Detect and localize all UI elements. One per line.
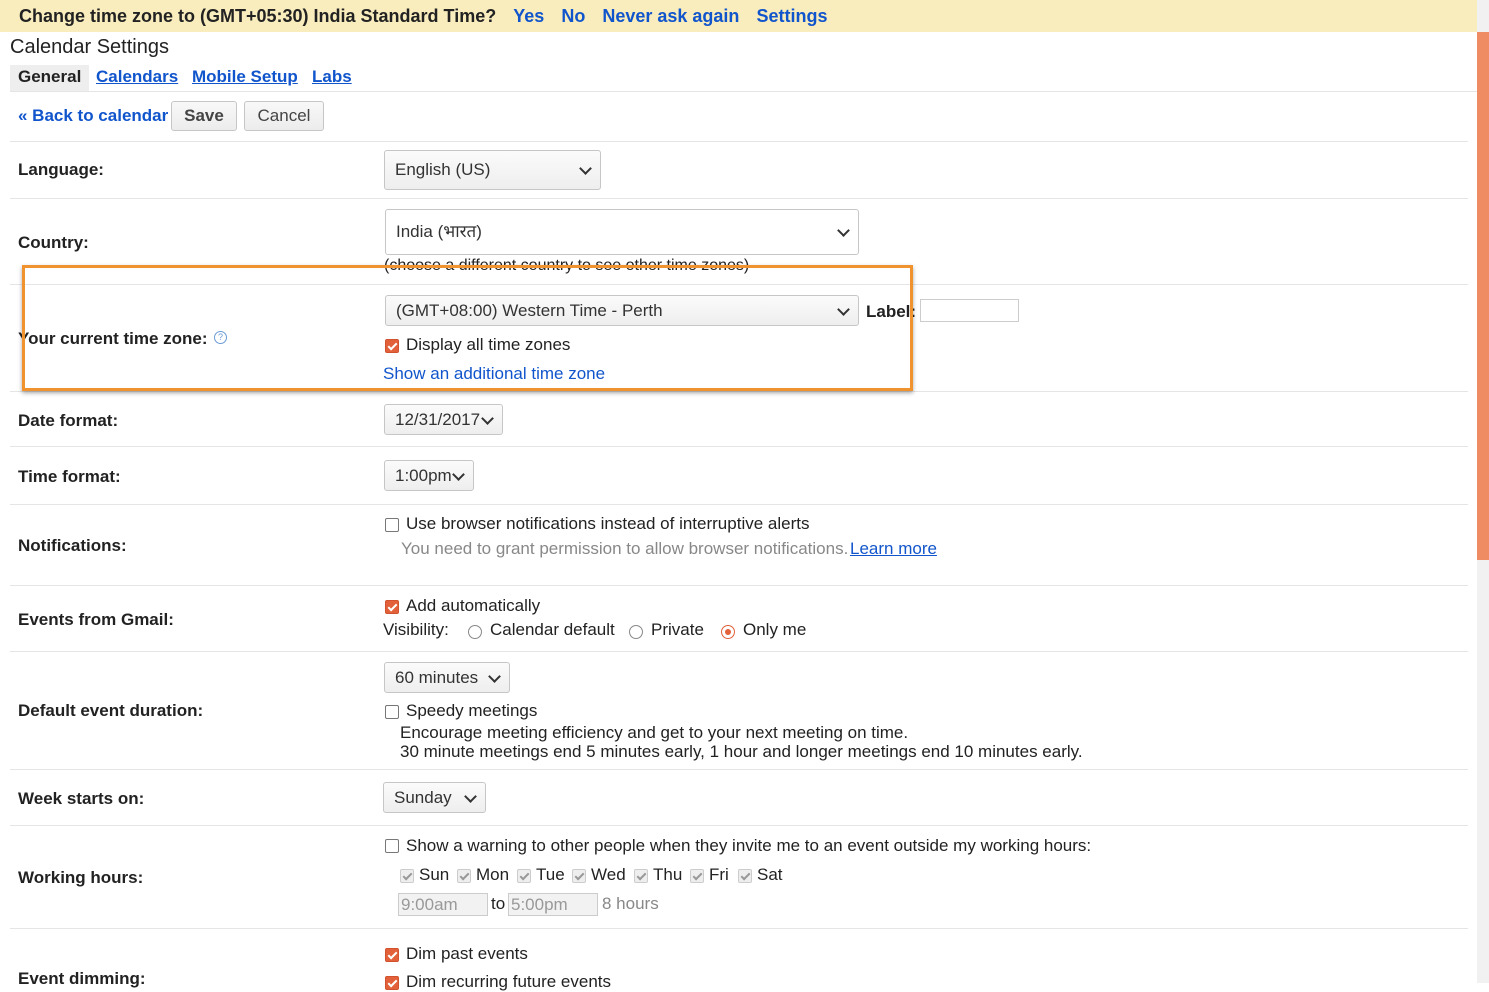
day-wed-label: Wed: [591, 865, 626, 884]
dim-recurring-events-label: Dim recurring future events: [406, 972, 612, 991]
learn-more-link[interactable]: Learn more: [850, 539, 937, 559]
gmail-events-label: Events from Gmail:: [18, 610, 174, 629]
event-duration-value: 60 minutes: [395, 668, 479, 687]
event-dimming-row: Event dimming: Dim past events Dim recur…: [10, 928, 1468, 991]
speedy-meetings-checkbox[interactable]: [385, 705, 399, 719]
time-format-label: Time format:: [18, 467, 121, 486]
visibility-private-radio[interactable]: [629, 625, 643, 639]
week-start-label: Week starts on:: [18, 789, 145, 808]
time-format-select[interactable]: 1:00pm: [384, 460, 474, 491]
visibility-calendar-default-radio[interactable]: [468, 625, 482, 639]
country-select[interactable]: India (भारत): [385, 209, 859, 255]
settings-tabs: General Calendars Mobile Setup Labs: [10, 63, 1477, 92]
day-sat-label: Sat: [757, 865, 783, 884]
browser-notifications-checkbox[interactable]: [385, 518, 399, 532]
speedy-meetings-desc-1: Encourage meeting efficiency and get to …: [400, 723, 909, 742]
event-duration-row: Default event duration: 60 minutes Speed…: [10, 651, 1468, 770]
country-label: Country:: [18, 233, 89, 252]
add-automatically-label: Add automatically: [406, 596, 541, 615]
visibility-private-label: Private: [651, 620, 704, 639]
save-button[interactable]: Save: [171, 101, 237, 131]
date-format-label: Date format:: [18, 411, 119, 430]
visibility-calendar-default-label: Calendar default: [490, 620, 615, 639]
date-format-row: Date format: 12/31/2017: [10, 391, 1468, 447]
week-start-row: Week starts on: Sunday: [10, 769, 1468, 826]
chevron-down-icon: [579, 162, 592, 175]
day-mon-checkbox[interactable]: [457, 869, 471, 883]
chevron-down-icon: [464, 789, 477, 803]
time-format-value: 1:00pm: [395, 466, 452, 485]
day-tue-label: Tue: [536, 865, 565, 884]
tab-mobile-setup[interactable]: Mobile Setup: [192, 67, 298, 87]
language-label: Language:: [18, 160, 104, 179]
day-thu-label: Thu: [653, 865, 683, 884]
dim-past-events-checkbox[interactable]: [385, 948, 399, 962]
browser-notifications-label: Use browser notifications instead of int…: [406, 514, 810, 533]
notifications-label: Notifications:: [18, 536, 127, 555]
scrollbar-thumb[interactable]: [1477, 32, 1489, 560]
banner-settings-link[interactable]: Settings: [756, 6, 827, 26]
tab-general[interactable]: General: [10, 65, 90, 91]
working-hours-warning-label: Show a warning to other people when they…: [406, 836, 1092, 855]
day-sun-label: Sun: [419, 865, 450, 884]
banner-no-link[interactable]: No: [561, 6, 585, 26]
working-hours-to-label: to: [491, 894, 506, 913]
language-row: Language: English (US): [10, 141, 1468, 199]
visibility-only-me-label: Only me: [743, 620, 807, 639]
timezone-label-input[interactable]: [920, 299, 1019, 322]
chevron-down-icon: [481, 411, 494, 425]
day-fri-label: Fri: [709, 865, 729, 884]
week-start-select[interactable]: Sunday: [383, 782, 486, 813]
event-duration-label: Default event duration:: [18, 701, 204, 720]
language-value: English (US): [395, 160, 491, 179]
working-hours-total: 8 hours: [602, 894, 659, 913]
day-fri-checkbox[interactable]: [690, 869, 704, 883]
date-format-value: 12/31/2017: [395, 410, 481, 429]
tab-labs[interactable]: Labs: [312, 67, 352, 87]
day-thu-checkbox[interactable]: [634, 869, 648, 883]
event-duration-select[interactable]: 60 minutes: [384, 662, 510, 693]
working-hours-warning-checkbox[interactable]: [385, 839, 399, 853]
day-sun-checkbox[interactable]: [400, 869, 414, 883]
timezone-highlight-box: [22, 265, 913, 391]
working-hours-row: Working hours: Show a warning to other p…: [10, 825, 1468, 929]
event-dimming-label: Event dimming:: [18, 969, 146, 988]
page-title: Calendar Settings: [10, 36, 169, 58]
speedy-meetings-label: Speedy meetings: [406, 701, 538, 720]
timezone-prompt-banner: Change time zone to (GMT+05:30) India St…: [0, 0, 1477, 32]
visibility-only-me-radio[interactable]: [721, 625, 735, 639]
date-format-select[interactable]: 12/31/2017: [384, 404, 503, 435]
banner-yes-link[interactable]: Yes: [513, 6, 544, 26]
country-value: India (भारत): [396, 222, 482, 241]
working-hours-label: Working hours:: [18, 868, 144, 887]
notifications-row: Notifications: Use browser notifications…: [10, 504, 1468, 586]
back-to-calendar-link[interactable]: « Back to calendar: [18, 106, 168, 126]
banner-never-ask-link[interactable]: Never ask again: [602, 6, 739, 26]
week-start-value: Sunday: [394, 788, 452, 807]
gmail-events-row: Events from Gmail: Add automatically Vis…: [10, 585, 1468, 652]
day-tue-checkbox[interactable]: [517, 869, 531, 883]
dim-past-events-label: Dim past events: [406, 944, 528, 963]
day-wed-checkbox[interactable]: [572, 869, 586, 883]
day-sat-checkbox[interactable]: [738, 869, 752, 883]
add-automatically-checkbox[interactable]: [385, 600, 399, 614]
banner-message: Change time zone to (GMT+05:30) India St…: [19, 6, 497, 26]
working-hours-start-input[interactable]: 9:00am: [398, 893, 488, 916]
time-format-row: Time format: 1:00pm: [10, 446, 1468, 505]
cancel-button[interactable]: Cancel: [244, 101, 324, 131]
chevron-down-icon: [837, 224, 850, 237]
chevron-down-icon: [452, 467, 465, 481]
notifications-hint: You need to grant permission to allow br…: [401, 539, 849, 558]
chevron-down-icon: [488, 669, 501, 683]
dim-recurring-events-checkbox[interactable]: [385, 976, 399, 990]
language-select[interactable]: English (US): [384, 150, 601, 190]
speedy-meetings-desc-2: 30 minute meetings end 5 minutes early, …: [400, 742, 1083, 761]
tab-calendars[interactable]: Calendars: [96, 67, 178, 87]
working-hours-end-input[interactable]: 5:00pm: [508, 893, 598, 916]
day-mon-label: Mon: [476, 865, 510, 884]
visibility-label: Visibility:: [383, 620, 449, 639]
